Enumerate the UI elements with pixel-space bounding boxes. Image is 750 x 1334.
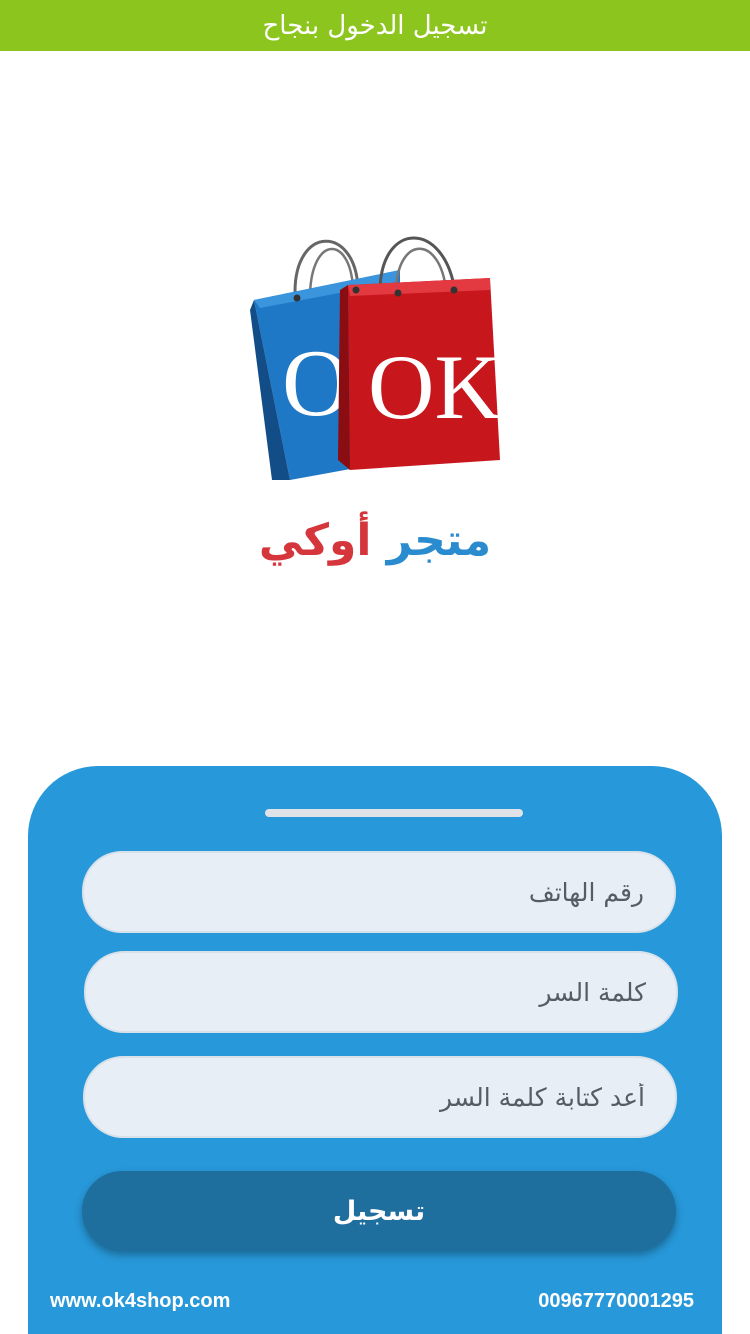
register-button[interactable]: تسجيل	[82, 1171, 676, 1251]
store-name-part2: أوكي	[258, 515, 372, 566]
register-screen: تسجيل الدخول بنجاح O OK متجر أوكي رقم ال…	[0, 0, 750, 1334]
store-name: متجر أوكي	[0, 515, 750, 566]
registration-panel: تسجيل www.ok4shop.com 00967770001295	[28, 766, 722, 1334]
shopping-bags-logo: O OK	[250, 236, 501, 480]
toast-message: تسجيل الدخول بنجاح	[262, 10, 488, 41]
phone-field[interactable]	[82, 851, 676, 933]
password-input[interactable]	[116, 953, 646, 1031]
confirm-password-field[interactable]	[83, 1056, 677, 1138]
confirm-password-input[interactable]	[115, 1058, 645, 1136]
store-name-part1: متجر	[386, 515, 492, 566]
sheet-drag-handle[interactable]	[265, 809, 523, 817]
website-link[interactable]: www.ok4shop.com	[50, 1290, 230, 1313]
phone-input[interactable]	[114, 853, 644, 931]
success-toast: تسجيل الدخول بنجاح	[0, 0, 750, 51]
password-field[interactable]	[84, 951, 678, 1033]
contact-phone[interactable]: 00967770001295	[538, 1290, 694, 1313]
logo-text: OK	[368, 336, 501, 438]
